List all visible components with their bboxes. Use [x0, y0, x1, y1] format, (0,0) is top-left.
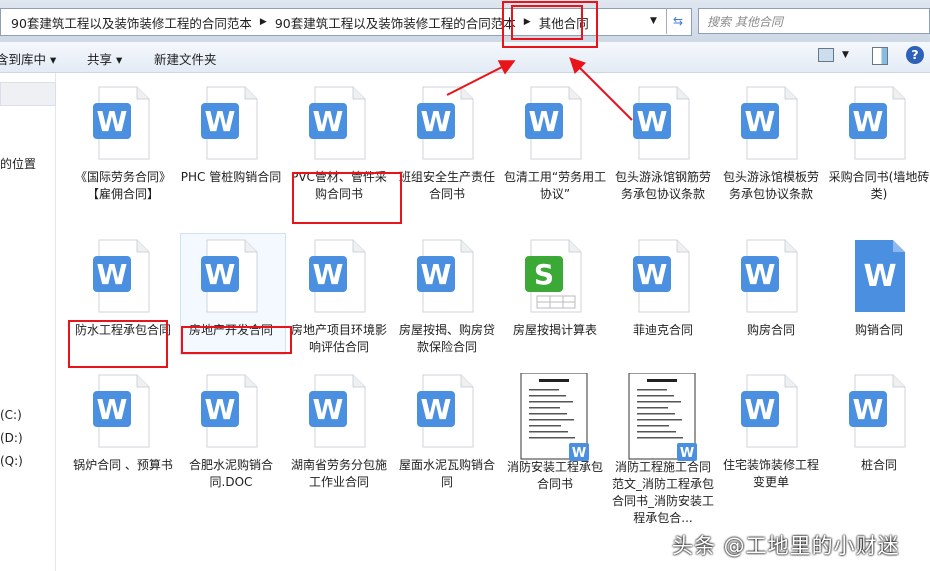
- watermark: 头条 @工地里的小财迷: [672, 534, 900, 558]
- annotation-arrows: [446, 57, 633, 121]
- arrow: [569, 57, 633, 121]
- arrow: [446, 60, 516, 96]
